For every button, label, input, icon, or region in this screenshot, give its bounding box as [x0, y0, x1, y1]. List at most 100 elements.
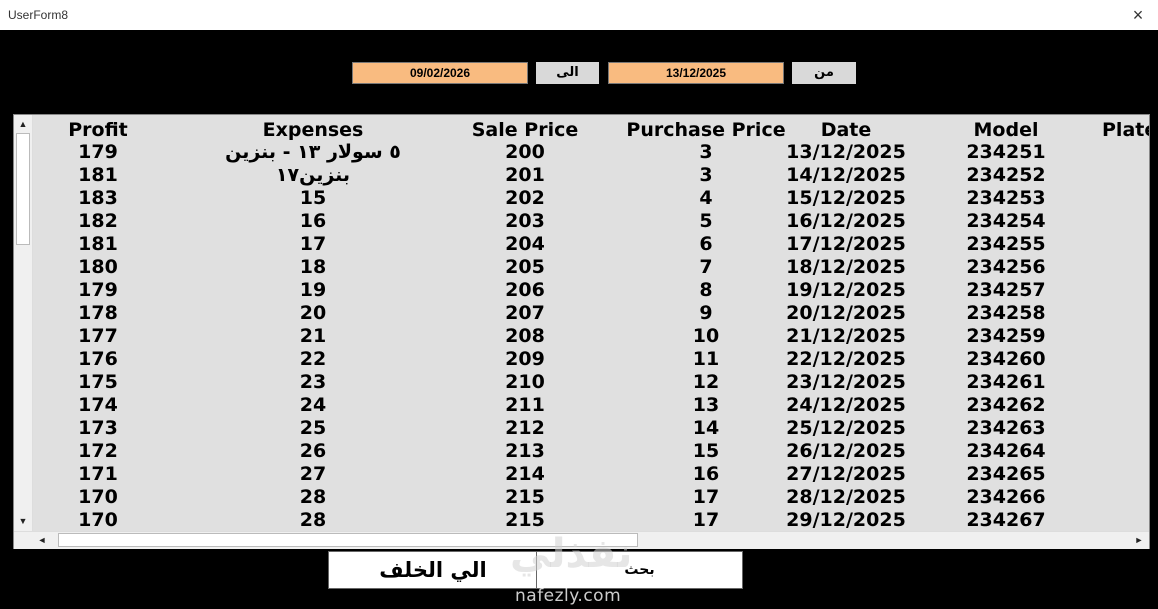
header-plate: Plate — [1102, 119, 1149, 141]
header-purchase-price: Purchase Price — [626, 119, 786, 141]
cell-profit: 174 — [78, 394, 118, 416]
cell-purchase-price: 6 — [699, 233, 713, 255]
cell-sale-price: 208 — [505, 325, 545, 347]
cell-profit: 183 — [78, 187, 118, 209]
cell-model: 234258 — [966, 302, 1046, 324]
scroll-down-icon[interactable]: ▼ — [15, 513, 31, 529]
cell-expenses: 21 — [299, 325, 327, 347]
cell-sale-price: 206 — [505, 279, 545, 301]
cell-sale-price: 214 — [505, 463, 545, 485]
title-bar: UserForm8 × — [0, 0, 1158, 30]
header-sale-price: Sale Price — [471, 119, 579, 141]
vertical-scroll-thumb[interactable] — [16, 133, 30, 245]
cell-sale-price: 209 — [505, 348, 545, 370]
cell-expenses: 17 — [299, 233, 327, 255]
cell-expenses: 20 — [299, 302, 327, 324]
watermark-url: nafezly.com — [515, 586, 622, 606]
scroll-up-icon[interactable]: ▲ — [15, 116, 31, 132]
cell-date: 15/12/2025 — [786, 187, 906, 209]
to-date-field[interactable]: 09/02/2026 — [352, 62, 528, 84]
cell-sale-price: 211 — [505, 394, 545, 416]
cell-model: 234261 — [966, 371, 1046, 393]
cell-date: 20/12/2025 — [786, 302, 906, 324]
cell-model: 234251 — [966, 141, 1046, 163]
back-button[interactable]: الي الخلف — [328, 551, 538, 589]
cell-date: 24/12/2025 — [786, 394, 906, 416]
cell-profit: 173 — [78, 417, 118, 439]
cell-date: 14/12/2025 — [786, 164, 906, 186]
cell-date: 28/12/2025 — [786, 486, 906, 508]
header-date: Date — [820, 119, 872, 141]
cell-purchase-price: 17 — [692, 486, 720, 508]
cell-expenses: 15 — [299, 187, 327, 209]
cell-model: 234253 — [966, 187, 1046, 209]
window-title: UserForm8 — [8, 8, 69, 22]
cell-expenses: 28 — [299, 509, 327, 531]
cell-purchase-price: 10 — [692, 325, 720, 347]
cell-date: 17/12/2025 — [786, 233, 906, 255]
cell-expenses: 27 — [299, 463, 327, 485]
cell-date: 22/12/2025 — [786, 348, 906, 370]
scroll-left-icon[interactable]: ◄ — [34, 532, 50, 548]
cell-purchase-price: 12 — [692, 371, 720, 393]
table-content: Profit Expenses Sale Price Purchase Pric… — [33, 115, 1149, 531]
from-date-field[interactable]: 13/12/2025 — [608, 62, 784, 84]
cell-date: 21/12/2025 — [786, 325, 906, 347]
cell-profit: 175 — [78, 371, 118, 393]
results-listbox[interactable]: ▲ ▼ Profit Expenses Sale Price Purchase … — [13, 114, 1150, 549]
cell-date: 18/12/2025 — [786, 256, 906, 278]
cell-sale-price: 213 — [505, 440, 545, 462]
cell-model: 234254 — [966, 210, 1046, 232]
cell-profit: 172 — [78, 440, 118, 462]
scroll-right-icon[interactable]: ► — [1131, 532, 1147, 548]
watermark-logo: نفذلي — [510, 531, 633, 577]
cell-purchase-price: 16 — [692, 463, 720, 485]
cell-expenses: 22 — [299, 348, 327, 370]
cell-expenses: 24 — [299, 394, 327, 416]
cell-sale-price: 201 — [505, 164, 545, 186]
cell-purchase-price: 17 — [692, 509, 720, 531]
cell-purchase-price: 9 — [699, 302, 713, 324]
cell-model: 234266 — [966, 486, 1046, 508]
cell-model: 234263 — [966, 417, 1046, 439]
cell-model: 234260 — [966, 348, 1046, 370]
cell-profit: 179 — [78, 279, 118, 301]
cell-profit: 176 — [78, 348, 118, 370]
cell-purchase-price: 3 — [699, 164, 713, 186]
vertical-scrollbar[interactable]: ▲ ▼ — [14, 115, 33, 531]
to-label: الى — [536, 62, 599, 84]
cell-profit: 177 — [78, 325, 118, 347]
cell-date: 26/12/2025 — [786, 440, 906, 462]
cell-model: 234264 — [966, 440, 1046, 462]
cell-profit: 180 — [78, 256, 118, 278]
cell-expenses: 26 — [299, 440, 327, 462]
cell-sale-price: 203 — [505, 210, 545, 232]
from-label: من — [792, 62, 856, 84]
close-icon[interactable]: × — [1126, 4, 1150, 26]
cell-purchase-price: 8 — [699, 279, 713, 301]
cell-sale-price: 200 — [505, 141, 545, 163]
cell-model: 234252 — [966, 164, 1046, 186]
header-expenses: Expenses — [262, 119, 364, 141]
cell-sale-price: 215 — [505, 509, 545, 531]
header-model: Model — [973, 119, 1039, 141]
cell-sale-price: 204 — [505, 233, 545, 255]
cell-profit: 181 — [78, 164, 118, 186]
cell-purchase-price: 15 — [692, 440, 720, 462]
cell-profit: 178 — [78, 302, 118, 324]
cell-expenses: 16 — [299, 210, 327, 232]
cell-model: 234257 — [966, 279, 1046, 301]
cell-profit: 181 — [78, 233, 118, 255]
cell-date: 19/12/2025 — [786, 279, 906, 301]
cell-model: 234267 — [966, 509, 1046, 531]
cell-sale-price: 207 — [505, 302, 545, 324]
cell-model: 234262 — [966, 394, 1046, 416]
cell-sale-price: 215 — [505, 486, 545, 508]
cell-profit: 170 — [78, 509, 118, 531]
cell-purchase-price: 7 — [699, 256, 713, 278]
cell-expenses: 23 — [299, 371, 327, 393]
cell-profit: 182 — [78, 210, 118, 232]
cell-expenses: ٥ سولار ١٣ - بنزين — [225, 141, 401, 163]
cell-date: 16/12/2025 — [786, 210, 906, 232]
cell-purchase-price: 3 — [699, 141, 713, 163]
